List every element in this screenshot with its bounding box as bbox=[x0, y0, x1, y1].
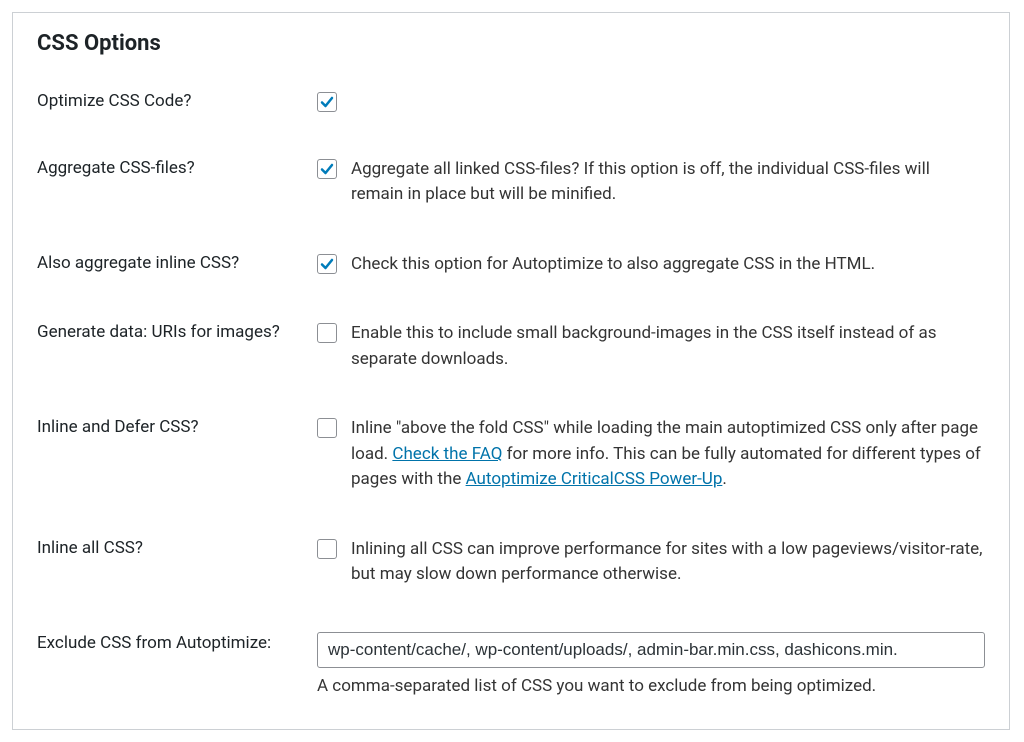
desc-aggregate-css: Aggregate all linked CSS-files? If this … bbox=[351, 157, 985, 208]
checkbox-aggregate-inline-css[interactable] bbox=[317, 254, 337, 274]
label-aggregate-css: Aggregate CSS-files? bbox=[37, 157, 317, 180]
control-aggregate-inline-css: Check this option for Autoptimize to als… bbox=[317, 252, 985, 278]
label-data-uris: Generate data: URIs for images? bbox=[37, 321, 317, 344]
row-aggregate-css: Aggregate CSS-files? Aggregate all linke… bbox=[37, 157, 985, 208]
control-optimize-css bbox=[317, 90, 985, 112]
row-data-uris: Generate data: URIs for images? Enable t… bbox=[37, 321, 985, 372]
label-optimize-css: Optimize CSS Code? bbox=[37, 90, 317, 113]
link-criticalcss-powerup[interactable]: Autoptimize CriticalCSS Power-Up bbox=[466, 469, 723, 489]
check-icon bbox=[319, 94, 335, 110]
checkbox-data-uris[interactable] bbox=[317, 323, 337, 343]
row-inline-all-css: Inline all CSS? Inlining all CSS can imp… bbox=[37, 537, 985, 588]
control-inline-all-css: Inlining all CSS can improve performance… bbox=[317, 537, 985, 588]
desc-data-uris: Enable this to include small background-… bbox=[351, 321, 985, 372]
row-optimize-css: Optimize CSS Code? bbox=[37, 90, 985, 113]
checkbox-aggregate-css[interactable] bbox=[317, 159, 337, 179]
desc-inline-defer-css: Inline "above the fold CSS" while loadin… bbox=[351, 416, 985, 493]
desc-inline-all-css: Inlining all CSS can improve performance… bbox=[351, 537, 985, 588]
desc-text: . bbox=[722, 469, 726, 489]
row-inline-defer-css: Inline and Defer CSS? Inline "above the … bbox=[37, 416, 985, 493]
control-inline-defer-css: Inline "above the fold CSS" while loadin… bbox=[317, 416, 985, 493]
css-options-panel: CSS Options Optimize CSS Code? Aggregate… bbox=[12, 12, 1010, 730]
section-title: CSS Options bbox=[37, 31, 985, 56]
input-exclude-css[interactable] bbox=[317, 632, 985, 668]
label-inline-all-css: Inline all CSS? bbox=[37, 537, 317, 560]
label-exclude-css: Exclude CSS from Autoptimize: bbox=[37, 632, 317, 655]
help-exclude-css: A comma-separated list of CSS you want t… bbox=[317, 674, 985, 700]
row-exclude-css: Exclude CSS from Autoptimize: A comma-se… bbox=[37, 632, 985, 700]
check-icon bbox=[319, 161, 335, 177]
check-icon bbox=[319, 256, 335, 272]
control-data-uris: Enable this to include small background-… bbox=[317, 321, 985, 372]
checkbox-inline-all-css[interactable] bbox=[317, 539, 337, 559]
checkbox-inline-defer-css[interactable] bbox=[317, 418, 337, 438]
desc-aggregate-inline-css: Check this option for Autoptimize to als… bbox=[351, 252, 875, 278]
link-check-faq[interactable]: Check the FAQ bbox=[392, 444, 502, 464]
row-aggregate-inline-css: Also aggregate inline CSS? Check this op… bbox=[37, 252, 985, 278]
control-aggregate-css: Aggregate all linked CSS-files? If this … bbox=[317, 157, 985, 208]
label-aggregate-inline-css: Also aggregate inline CSS? bbox=[37, 252, 317, 275]
control-exclude-css: A comma-separated list of CSS you want t… bbox=[317, 632, 985, 700]
checkbox-optimize-css[interactable] bbox=[317, 92, 337, 112]
label-inline-defer-css: Inline and Defer CSS? bbox=[37, 416, 317, 439]
